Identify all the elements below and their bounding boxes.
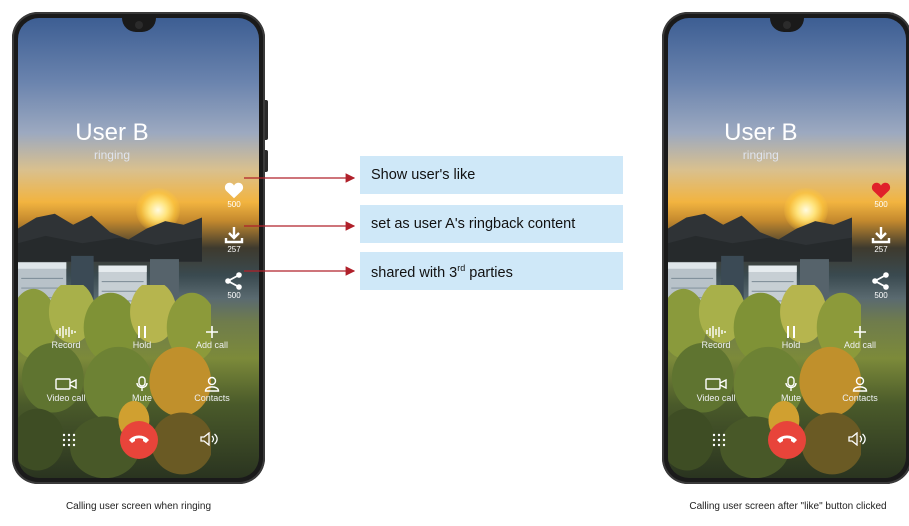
caption-right: Calling user screen after "like" button … [689, 501, 887, 512]
share-suffix: parties [465, 264, 513, 281]
label-like: Show user's like [360, 156, 623, 194]
share-prefix: shared with 3 [371, 264, 458, 281]
caption-left: Calling user screen when ringing [65, 501, 212, 512]
label-like-text: Show user's like [371, 167, 476, 183]
label-share-text: shared with 3rd parties [371, 263, 513, 281]
label-ringback: set as user A's ringback content [360, 205, 623, 243]
label-share: shared with 3rd parties [360, 252, 623, 290]
label-ringback-text: set as user A's ringback content [371, 216, 576, 232]
